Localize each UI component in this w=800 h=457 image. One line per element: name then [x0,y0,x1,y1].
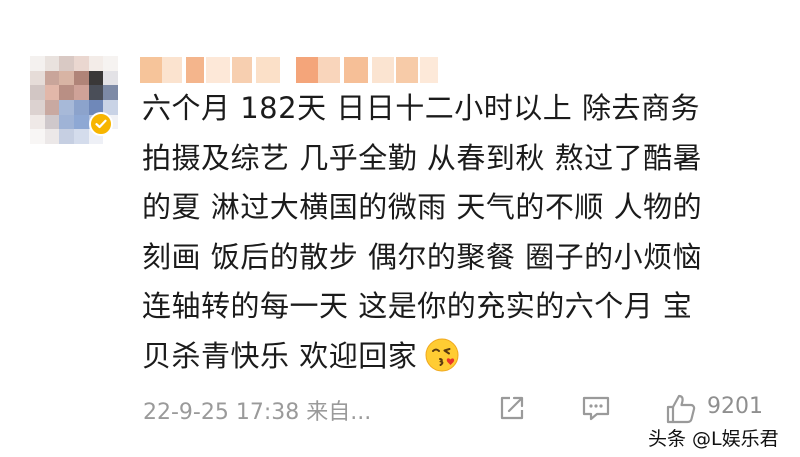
comment-line: 六个月 182天 日日十二小时以上 除去商务 [142,91,701,125]
like-count: 9201 [707,394,763,419]
comment-line: 的夏 淋过大横国的微雨 天气的不顺 人物的 [142,190,703,224]
comment-line: 拍摄及综艺 几乎全勤 从春到秋 熬过了酷暑 [142,140,703,175]
kissing-face-emoji-icon [425,338,459,371]
comment-timestamp: 22-9-25 17:38 来自... [143,400,372,425]
comment-line: 贝杀青快乐 欢迎回家 [142,338,418,373]
share-button[interactable] [496,392,528,428]
comment-text: 六个月 182天 日日十二小时以上 除去商务 拍摄及综艺 几乎全勤 从春到秋 熬… [142,84,782,381]
verified-badge-icon [89,112,113,136]
username-blurred[interactable] [140,57,440,83]
thumbs-up-icon [666,394,696,424]
comment-line: 连轴转的每一天 这是你的充实的六个月 宝 [142,289,693,323]
comment-line: 刻画 饭后的散步 偶尔的聚餐 圈子的小烦恼 [142,239,703,274]
comment-button[interactable] [580,392,612,428]
comment-icon [582,396,610,421]
share-icon [500,396,524,420]
comment-line-last: 贝杀青快乐 欢迎回家 [142,332,782,382]
watermark: 头条 @L娱乐君 [648,428,779,450]
